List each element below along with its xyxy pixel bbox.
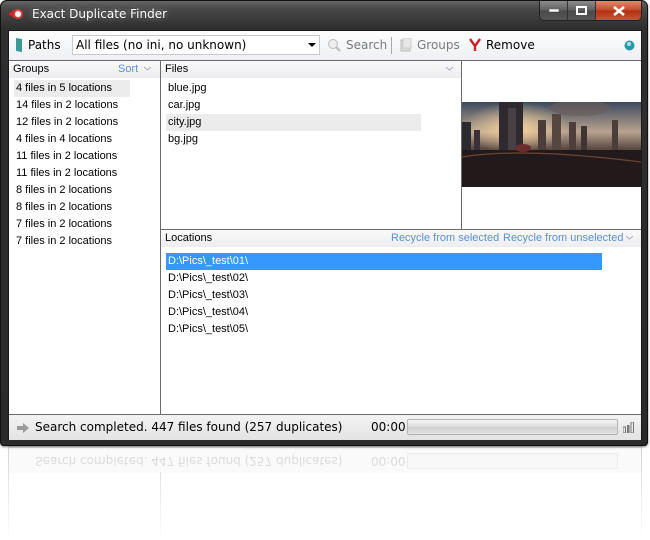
group-list-item[interactable]: 11 files in 2 locations (14, 165, 117, 182)
minimize-button[interactable] (540, 1, 568, 20)
locations-pane: Locations Recycle from selected Recycle … (161, 230, 641, 414)
locations-title: Locations (165, 232, 213, 244)
file-filter-select[interactable]: All files (no ini, no unknown) (72, 35, 320, 55)
client-area: Paths All files (no ini, no unknown) Sea… (8, 30, 642, 440)
files-header: Files (161, 61, 461, 78)
maximize-icon (576, 6, 587, 15)
search-icon (328, 39, 341, 52)
groups-pane: Groups Sort 4 files in 5 locations 14 fil… (9, 61, 161, 414)
reflection-panel: Search completed. 447 files found (257 d… (8, 446, 642, 540)
maximize-button[interactable] (568, 1, 596, 20)
arrow-right-icon (17, 423, 29, 433)
search-label: Search (346, 38, 388, 52)
location-list-item[interactable]: D:\Pics\_test\05\ (166, 321, 248, 338)
file-list-item[interactable]: city.jpg (166, 114, 421, 131)
group-list-item[interactable]: 4 files in 5 locations (14, 80, 130, 97)
minimize-icon (548, 8, 559, 12)
location-list-item[interactable]: D:\Pics\_test\01\ (166, 253, 602, 270)
bookmark-icon (16, 38, 22, 52)
reflected-status-bar: Search completed. 447 files found (257 d… (9, 447, 641, 473)
group-list-item[interactable]: 7 files in 2 locations (14, 233, 112, 250)
location-list-item[interactable]: D:\Pics\_test\04\ (166, 304, 248, 321)
remove-icon (469, 38, 481, 51)
group-list-item[interactable]: 14 files in 2 locations (14, 97, 118, 114)
app-logo-icon (8, 9, 23, 19)
reflected-divider (160, 472, 161, 540)
search-button[interactable]: Search (327, 36, 387, 54)
reflected-status-message: Search completed. 447 files found (257 d… (35, 454, 343, 468)
statistics-icon[interactable] (623, 422, 634, 433)
groups-icon (400, 38, 412, 52)
window-reflection: Search completed. 447 files found (257 d… (0, 446, 648, 540)
status-message: Search completed. 447 files found (257 d… (35, 420, 343, 434)
group-list-item[interactable]: 11 files in 2 locations (14, 148, 117, 165)
window-title: Exact Duplicate Finder (32, 7, 168, 21)
group-list-item[interactable]: 7 files in 2 locations (14, 216, 112, 233)
close-button[interactable] (596, 1, 641, 20)
paths-button[interactable]: Paths (15, 36, 61, 54)
file-list-item[interactable]: car.jpg (166, 97, 200, 114)
file-filter-value: All files (no ini, no unknown) (76, 38, 247, 52)
locations-header: Locations Recycle from selected Recycle … (161, 230, 641, 247)
toolbar-separator (391, 37, 392, 54)
location-list-item[interactable]: D:\Pics\_test\02\ (166, 270, 248, 287)
file-list-item[interactable]: blue.jpg (166, 80, 207, 97)
paths-label: Paths (28, 38, 61, 52)
chevron-down-icon (308, 43, 316, 47)
sort-button[interactable]: Sort (118, 63, 138, 75)
preview-image (462, 102, 641, 187)
files-title: Files (165, 63, 189, 75)
groups-label: Groups (417, 38, 460, 52)
location-list-item[interactable]: D:\Pics\_test\03\ (166, 287, 248, 304)
reflected-progress-bar (407, 453, 618, 469)
remove-button[interactable]: Remove (469, 36, 535, 54)
group-list-item[interactable]: 4 files in 4 locations (14, 131, 112, 148)
recycle-from-selected-button[interactable]: Recycle from selected (391, 232, 499, 244)
chevron-down-icon[interactable] (446, 65, 453, 72)
chevron-down-icon[interactable] (144, 65, 151, 72)
recycle-from-unselected-button[interactable]: Recycle from unselected (503, 232, 623, 244)
groups-button[interactable]: Groups (400, 36, 460, 54)
reflected-elapsed-time: 00:00 (371, 454, 406, 468)
files-pane: Files blue.jpg car.jpg city.jpg bg.jpg (161, 61, 462, 230)
app-window: Exact Duplicate Finder Paths All files (… (0, 0, 648, 446)
status-bar: Search completed. 447 files found (257 d… (9, 414, 641, 440)
group-list-item[interactable]: 8 files in 2 locations (14, 182, 112, 199)
help-icon[interactable] (624, 40, 635, 51)
progress-bar (407, 419, 618, 435)
toolbar: Paths All files (no ini, no unknown) Sea… (9, 31, 641, 61)
group-list-item[interactable]: 12 files in 2 locations (14, 114, 118, 131)
groups-header: Groups Sort (9, 61, 160, 78)
remove-label: Remove (486, 38, 535, 52)
caption-buttons (539, 1, 642, 21)
elapsed-time: 00:00 (371, 420, 406, 434)
group-list-item[interactable]: 8 files in 2 locations (14, 199, 112, 216)
image-preview-pane (462, 61, 641, 230)
groups-title: Groups (13, 63, 50, 75)
close-icon (612, 5, 625, 16)
title-bar[interactable]: Exact Duplicate Finder (0, 0, 648, 30)
chevron-down-icon[interactable] (626, 234, 633, 241)
file-list-item[interactable]: bg.jpg (166, 131, 198, 148)
